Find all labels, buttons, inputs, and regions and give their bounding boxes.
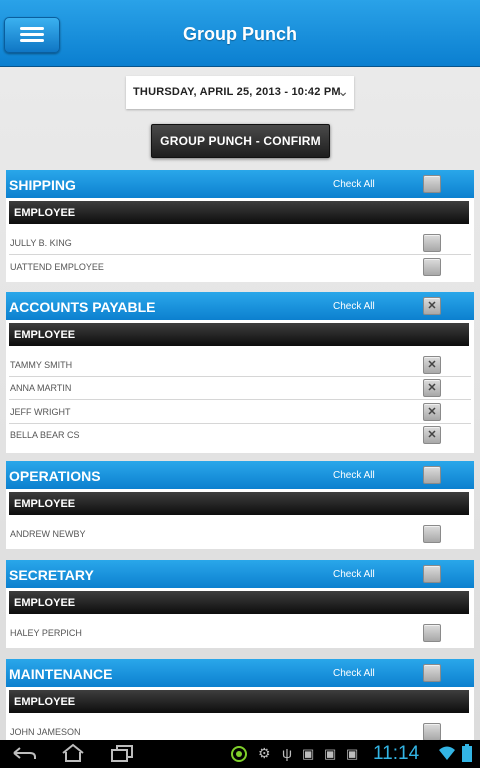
section-header: ACCOUNTS PAYABLE Check All ✕ — [6, 292, 474, 320]
employee-row[interactable]: BELLA BEAR CS ✕ — [6, 423, 474, 446]
employee-checkbox[interactable] — [423, 234, 441, 252]
check-all-label: Check All — [333, 668, 375, 679]
employee-row[interactable]: JULLY B. KING — [6, 231, 474, 254]
shopping-bag-icon: ▣ — [346, 746, 359, 761]
section-title: SHIPPING — [9, 177, 76, 193]
check-all-checkbox[interactable] — [423, 175, 441, 193]
employee-column-header: EMPLOYEE — [9, 492, 469, 515]
employee-checkbox[interactable]: ✕ — [423, 403, 441, 421]
section-header: OPERATIONS Check All — [6, 461, 474, 489]
check-all-checkbox[interactable] — [423, 466, 441, 484]
employee-row[interactable]: UATTEND EMPLOYEE — [6, 255, 474, 278]
wifi-icon — [439, 746, 455, 760]
employee-column-header: EMPLOYEE — [9, 323, 469, 346]
check-all-label: Check All — [333, 301, 375, 312]
employee-checkbox[interactable] — [423, 723, 441, 741]
employee-row[interactable]: HALEY PERPICH — [6, 621, 474, 644]
check-all-label: Check All — [333, 179, 375, 190]
usb-icon: ψ — [282, 745, 292, 761]
employee-checkbox[interactable]: ✕ — [423, 356, 441, 374]
section-secretary: SECRETARY Check All EMPLOYEE HALEY PERPI… — [6, 560, 474, 648]
employee-row[interactable]: JEFF WRIGHT ✕ — [6, 400, 474, 423]
section-shipping: SHIPPING Check All EMPLOYEE JULLY B. KIN… — [6, 170, 474, 282]
check-all-checkbox[interactable] — [423, 565, 441, 583]
section-header: SECRETARY Check All — [6, 560, 474, 588]
content-area: THURSDAY, APRIL 25, 2013 - 10:42 PM ⌄ GR… — [0, 67, 480, 741]
group-punch-confirm-button[interactable]: GROUP PUNCH - CONFIRM — [151, 124, 330, 158]
system-nav-bar: ⚙ ψ ▣ ▣ ▣ 11:14 — [0, 740, 480, 768]
section-title: SECRETARY — [9, 567, 94, 583]
employee-checkbox[interactable] — [423, 525, 441, 543]
home-icon[interactable] — [60, 743, 86, 763]
employee-name: JULLY B. KING — [10, 238, 72, 248]
check-all-checkbox[interactable] — [423, 664, 441, 682]
employee-name: JEFF WRIGHT — [10, 407, 71, 417]
section-operations: OPERATIONS Check All EMPLOYEE ANDREW NEW… — [6, 461, 474, 549]
employee-row[interactable]: ANDREW NEWBY — [6, 522, 474, 545]
employee-checkbox[interactable]: ✕ — [423, 426, 441, 444]
notification-ring-icon — [231, 746, 247, 762]
employee-row[interactable]: TAMMY SMITH ✕ — [6, 353, 474, 376]
shopping-bag-icon: ▣ — [324, 746, 337, 761]
employee-name: ANNA MARTIN — [10, 383, 72, 393]
employee-name: UATTEND EMPLOYEE — [10, 262, 104, 272]
recent-apps-icon[interactable] — [110, 744, 134, 762]
employee-name: JOHN JAMESON — [10, 727, 81, 737]
employee-row[interactable]: ANNA MARTIN ✕ — [6, 376, 474, 399]
employee-name: ANDREW NEWBY — [10, 529, 86, 539]
employee-column-header: EMPLOYEE — [9, 591, 469, 614]
check-all-label: Check All — [333, 569, 375, 580]
check-all-checkbox[interactable]: ✕ — [423, 297, 441, 315]
battery-icon — [462, 744, 472, 762]
employee-column-header: EMPLOYEE — [9, 690, 469, 713]
back-icon[interactable] — [10, 745, 38, 763]
employee-header-label: EMPLOYEE — [14, 597, 76, 609]
android-icon: ⚙ — [258, 745, 271, 761]
employee-header-label: EMPLOYEE — [14, 696, 76, 708]
date-time-value: THURSDAY, APRIL 25, 2013 - 10:42 PM — [133, 86, 341, 98]
app-bar: Group Punch — [0, 0, 480, 67]
employee-column-header: EMPLOYEE — [9, 201, 469, 224]
section-maintenance: MAINTENANCE Check All EMPLOYEE JOHN JAME… — [6, 659, 474, 741]
check-all-label: Check All — [333, 470, 375, 481]
employee-checkbox[interactable] — [423, 624, 441, 642]
status-clock: 11:14 — [373, 743, 420, 764]
chevron-down-icon: ⌄ — [337, 83, 349, 99]
date-time-picker[interactable]: THURSDAY, APRIL 25, 2013 - 10:42 PM ⌄ — [126, 76, 354, 109]
section-title: ACCOUNTS PAYABLE — [9, 299, 156, 315]
shopping-bag-icon: ▣ — [302, 746, 315, 761]
employee-name: HALEY PERPICH — [10, 628, 82, 638]
page-title: Group Punch — [183, 24, 297, 44]
employee-header-label: EMPLOYEE — [14, 498, 76, 510]
employee-header-label: EMPLOYEE — [14, 207, 76, 219]
employee-checkbox[interactable]: ✕ — [423, 379, 441, 397]
section-header: MAINTENANCE Check All — [6, 659, 474, 687]
section-header: SHIPPING Check All — [6, 170, 474, 198]
employee-checkbox[interactable] — [423, 258, 441, 276]
section-accounts-payable: ACCOUNTS PAYABLE Check All ✕ EMPLOYEE TA… — [6, 292, 474, 453]
section-title: MAINTENANCE — [9, 666, 113, 682]
employee-name: BELLA BEAR CS — [10, 430, 80, 440]
section-title: OPERATIONS — [9, 468, 101, 484]
employee-header-label: EMPLOYEE — [14, 329, 76, 341]
employee-name: TAMMY SMITH — [10, 360, 73, 370]
